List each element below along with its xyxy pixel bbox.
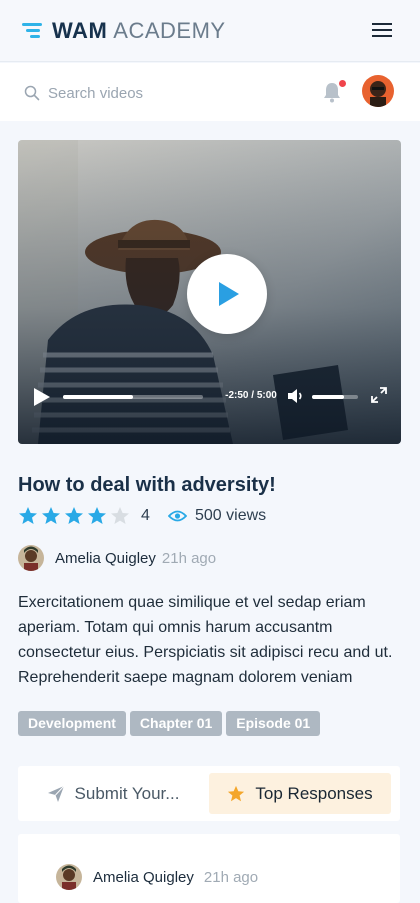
play-button[interactable] [187,254,267,334]
eye-icon [168,510,187,522]
star-empty-icon[interactable] [110,506,130,526]
video-description: Exercitationem quae similique et vel sed… [18,594,393,686]
video-progress-fill [63,395,133,399]
response-author: Amelia Quigley 21h ago [56,864,258,890]
tab-submit-response[interactable]: Submit Your... [18,773,208,814]
tag-development[interactable]: Development [18,711,126,736]
tab-submit-label: Submit Your... [74,783,180,803]
play-icon [219,282,239,306]
video-player[interactable]: -2:50 / 5:00 [18,140,401,444]
tab-top-responses[interactable]: Top Responses [209,773,391,814]
video-progress-bar[interactable] [63,395,203,399]
response-card: Amelia Quigley 21h ago [18,834,400,903]
tag-chapter[interactable]: Chapter 01 [129,711,223,736]
rating-value: 4 [141,507,150,524]
video-time: -2:50 / 5:00 [225,390,277,401]
star-filled-icon[interactable] [87,506,107,526]
stars [18,506,133,526]
volume-icon[interactable] [287,388,305,404]
star-filled-icon[interactable] [64,506,84,526]
brand-name: WAM ACADEMY [52,18,226,44]
search-bar [0,63,420,121]
response-time: 21h ago [203,868,259,886]
star-filled-icon[interactable] [41,506,61,526]
star-icon [228,785,245,801]
brand-name-bold: WAM [52,18,108,43]
star-rating[interactable]: 4 [18,506,150,526]
tag-list: Development Chapter 01 Episode 01 [18,711,324,736]
notification-dot [339,80,346,87]
post-author: Amelia Quigley 21h ago [18,545,216,571]
logo-icon [22,21,42,41]
search-input[interactable] [48,82,298,104]
post-time: 21h ago [161,549,217,567]
video-title: How to deal with adversity! [18,474,276,496]
tab-top-label: Top Responses [255,783,373,803]
brand-name-light: ACADEMY [113,18,226,43]
fullscreen-icon[interactable] [371,387,387,403]
volume-slider[interactable] [312,395,358,399]
response-tabs: Submit Your... Top Responses [18,766,400,821]
author-name[interactable]: Amelia Quigley [55,550,156,567]
hamburger-icon[interactable] [372,23,392,37]
star-filled-icon[interactable] [18,506,38,526]
top-bar: WAM ACADEMY [0,0,420,62]
control-play-icon[interactable] [32,387,52,407]
author-avatar[interactable] [18,545,44,571]
response-author-name[interactable]: Amelia Quigley [93,869,194,886]
search-icon [24,85,40,101]
paper-plane-icon [47,785,64,802]
tag-episode[interactable]: Episode 01 [226,711,321,736]
view-count: 500 views [168,507,266,525]
views-text: 500 views [195,507,267,524]
logo[interactable]: WAM ACADEMY [22,18,226,44]
volume-fill [312,395,345,399]
user-avatar[interactable] [362,75,394,107]
response-author-avatar[interactable] [56,864,82,890]
